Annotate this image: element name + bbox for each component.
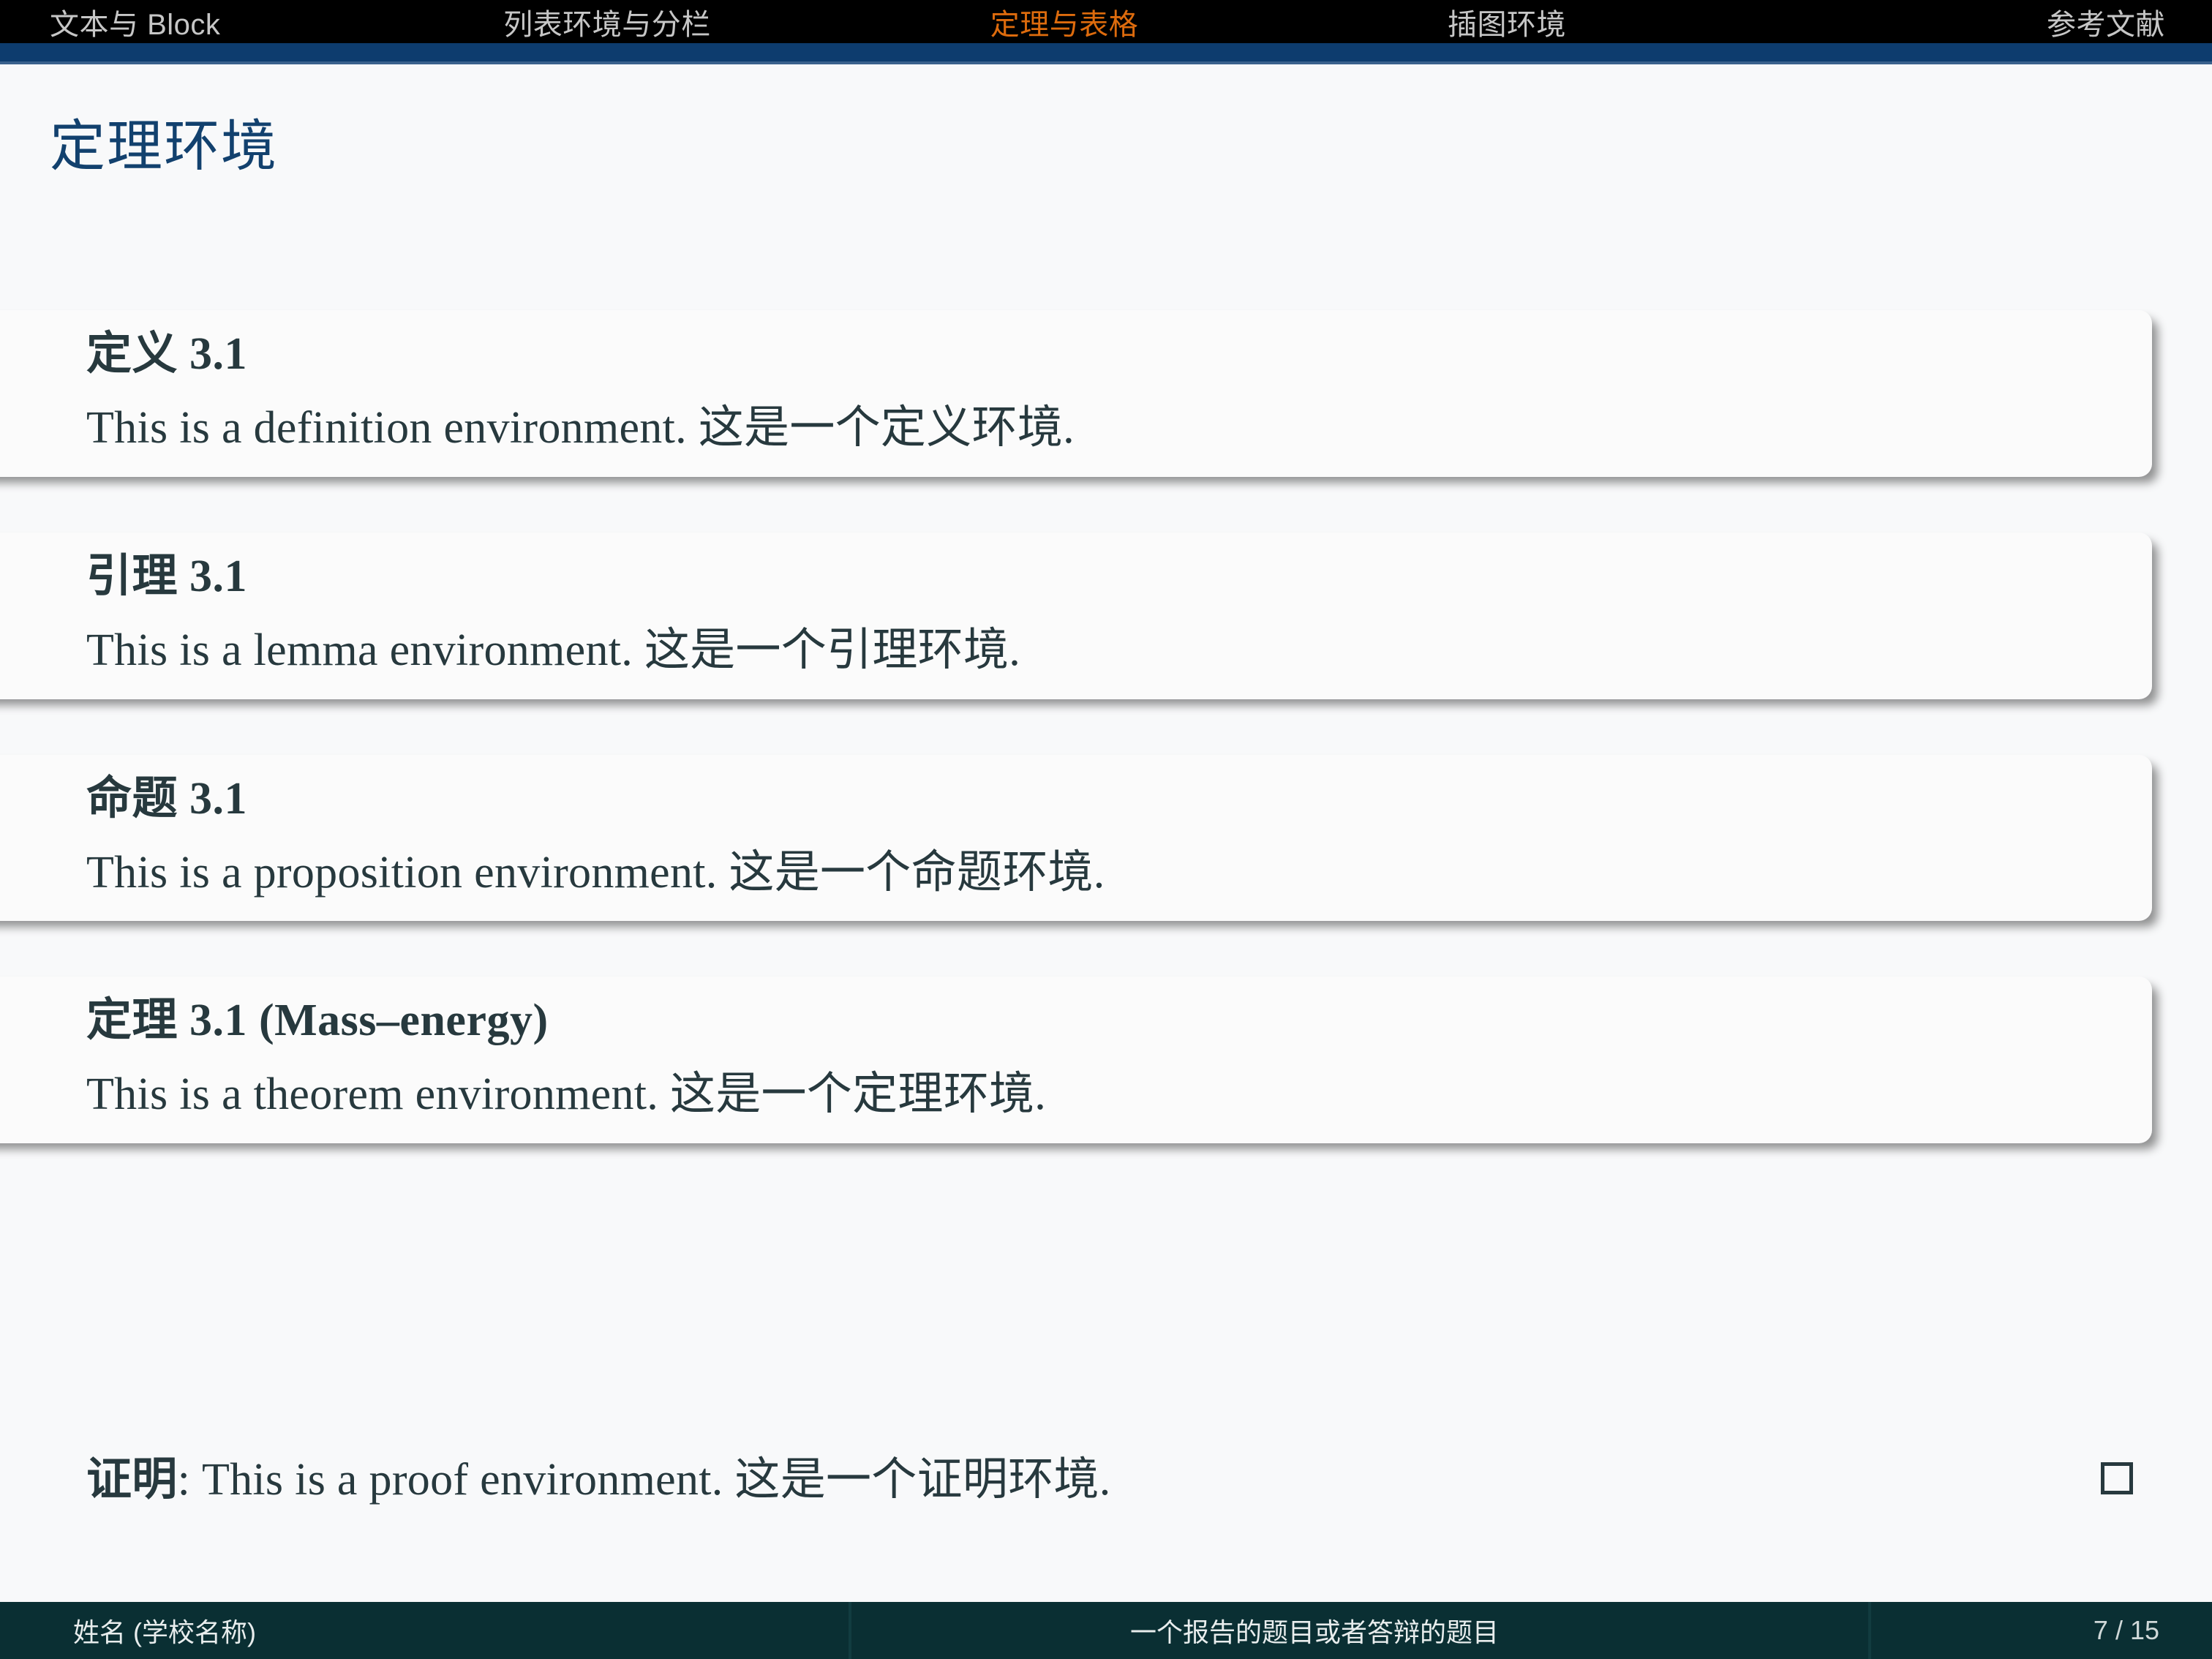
- lemma-block-body: This is a lemma environment. 这是一个引理环境.: [86, 625, 1021, 675]
- proof-text-line: 证明: This is a proof environment. 这是一个证明环…: [86, 1452, 1111, 1509]
- definition-block: 定义 3.1 This is a definition environment.…: [0, 310, 2152, 477]
- block-gap: [0, 921, 2212, 977]
- nav-slot-1: 文本与 Block: [0, 1, 358, 43]
- footer-bar: 姓名 (学校名称) 一个报告的题目或者答辩的题目 7 / 15: [0, 1602, 2212, 1659]
- page-title: 定理环境: [50, 116, 278, 178]
- footer-divider-right: [1868, 1602, 1871, 1659]
- lemma-block-inner: 引理 3.1 This is a lemma environment. 这是一个…: [0, 550, 2152, 680]
- proof-environment: 证明: This is a proof environment. 这是一个证明环…: [86, 1452, 2133, 1509]
- proposition-block-inner: 命题 3.1 This is a proposition environment…: [0, 772, 2152, 903]
- qed-square-icon: [2101, 1462, 2133, 1494]
- theorem-block-inner: 定理 3.1 (Mass–energy) This is a theorem e…: [0, 994, 2152, 1124]
- theorem-block-body: This is a theorem environment. 这是一个定理环境.: [86, 1069, 1047, 1120]
- proposition-block-body: This is a proposition environment. 这是一个命…: [86, 847, 1105, 898]
- footer-author: 姓名 (学校名称): [73, 1617, 256, 1647]
- footer-title: 一个报告的题目或者答辩的题目: [1129, 1617, 1499, 1647]
- beamer-slide: 文本与 Block 列表环境与分栏 定理与表格 插图环境 参考文献 定理环境 定…: [0, 0, 2212, 1659]
- nav-item-list-and-columns[interactable]: 列表环境与分栏: [503, 1, 711, 43]
- definition-block-inner: 定义 3.1 This is a definition environment.…: [0, 328, 2152, 458]
- navigation-bar: 文本与 Block 列表环境与分栏 定理与表格 插图环境 参考文献: [0, 0, 2212, 43]
- nav-slot-4: 插图环境: [1273, 1, 1741, 43]
- nav-slot-5: 参考文献: [1741, 1, 2212, 43]
- proposition-block-title: 命题 3.1: [86, 773, 248, 824]
- nav-item-references[interactable]: 参考文献: [2047, 1, 2165, 43]
- footer-divider-left: [849, 1602, 851, 1659]
- header-blue-rule: [0, 43, 2212, 61]
- lemma-block: 引理 3.1 This is a lemma environment. 这是一个…: [0, 532, 2152, 699]
- theorem-block-list: 定义 3.1 This is a definition environment.…: [0, 310, 2212, 1143]
- nav-item-figure-environment[interactable]: 插图环境: [1448, 1, 1566, 43]
- proof-body: This is a proof environment. 这是一个证明环境.: [201, 1455, 1111, 1505]
- theorem-block: 定理 3.1 (Mass–energy) This is a theorem e…: [0, 977, 2152, 1143]
- definition-block-title: 定义 3.1: [86, 329, 248, 379]
- block-gap: [0, 477, 2212, 533]
- definition-block-body: This is a definition environment. 这是一个定义…: [86, 403, 1075, 454]
- lemma-block-title: 引理 3.1: [86, 551, 248, 601]
- proposition-block: 命题 3.1 This is a proposition environment…: [0, 754, 2152, 922]
- footer-page-number: 7 / 15: [2093, 1615, 2159, 1645]
- nav-slot-2: 列表环境与分栏: [358, 1, 856, 43]
- nav-slot-3: 定理与表格: [856, 1, 1273, 43]
- proof-separator: :: [177, 1455, 202, 1505]
- nav-item-theorem-and-table[interactable]: 定理与表格: [990, 1, 1139, 43]
- block-gap: [0, 699, 2212, 755]
- header-blue-rule-shadow: [0, 61, 2212, 64]
- theorem-block-title: 定理 3.1 (Mass–energy): [86, 996, 549, 1046]
- nav-item-text-and-block[interactable]: 文本与 Block: [50, 1, 220, 43]
- proof-label: 证明: [86, 1455, 178, 1505]
